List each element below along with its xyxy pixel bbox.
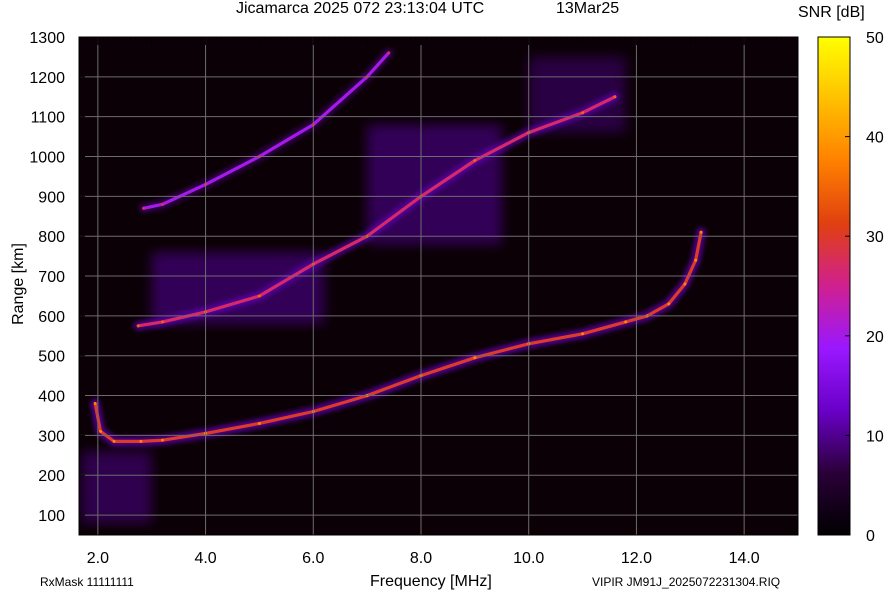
- x-tick-label: 10.0: [513, 550, 544, 567]
- y-tick-label: 400: [38, 389, 65, 406]
- y-tick-label: 800: [38, 229, 65, 246]
- spread-patch: [81, 451, 152, 524]
- y-tick-label: 900: [38, 189, 65, 206]
- colorbar-tick-label: 0: [866, 528, 875, 545]
- y-tick-label: 1300: [29, 30, 65, 47]
- colorbar-tick-label: 40: [866, 130, 884, 147]
- y-tick-label: 1000: [29, 150, 65, 167]
- x-tick-label: 8.0: [410, 550, 432, 567]
- trace-point: [160, 438, 164, 442]
- colorbar-tick-label: 10: [866, 428, 884, 445]
- colorbar-tick-label: 50: [866, 30, 884, 47]
- y-tick-label: 200: [38, 468, 65, 485]
- x-tick-label: 14.0: [729, 550, 760, 567]
- colorbar: 0 10 20 30 40 50: [817, 30, 884, 545]
- trace-point: [160, 202, 164, 206]
- y-tick-label: 100: [38, 508, 65, 525]
- colorbar-tick-label: 30: [866, 229, 884, 246]
- y-tick-label: 300: [38, 428, 65, 445]
- y-tick-label: 1100: [31, 110, 66, 127]
- trace-point: [257, 294, 261, 298]
- trace-point: [112, 439, 116, 443]
- trace-point: [93, 402, 97, 406]
- trace-point: [473, 159, 477, 163]
- y-tick-label: 700: [38, 269, 65, 286]
- y-tick-label: 1200: [29, 70, 65, 87]
- trace-point: [473, 356, 477, 360]
- trace-point: [99, 429, 103, 433]
- ionogram-chart: 2.0 4.0 6.0 8.0 10.0 12.0 14.0 100200300400500…: [29, 30, 884, 567]
- y-tick-label: 500: [38, 349, 65, 366]
- x-tick-label: 12.0: [621, 550, 652, 567]
- y-tick-label: 600: [38, 309, 65, 326]
- trace-point: [160, 320, 164, 324]
- trace-point: [142, 206, 146, 210]
- colorbar-scale: [817, 36, 851, 536]
- trace-point: [667, 302, 671, 306]
- trace-point: [624, 320, 628, 324]
- trace-point: [699, 230, 703, 234]
- trace-point: [694, 258, 698, 262]
- trace-point: [257, 421, 261, 425]
- ionogram-figure: Jicamarca 2025 072 23:13:04 UTC 13Mar25 …: [0, 0, 884, 595]
- trace-point: [139, 439, 143, 443]
- trace-point: [581, 332, 585, 336]
- trace-point: [136, 324, 140, 328]
- y-axis: 100 200 300 400 500 600 700 800 900 1000 1100 1200 1…: [29, 30, 85, 525]
- colorbar-tick-label: 20: [866, 329, 884, 346]
- trace-point: [387, 51, 391, 55]
- x-tick-label: 6.0: [302, 550, 324, 567]
- trace-point: [581, 111, 585, 115]
- x-tick-label: 4.0: [194, 550, 216, 567]
- x-tick-label: 2.0: [87, 550, 109, 567]
- trace-point: [613, 95, 617, 99]
- trace-point: [683, 282, 687, 286]
- spread-patch: [151, 252, 325, 324]
